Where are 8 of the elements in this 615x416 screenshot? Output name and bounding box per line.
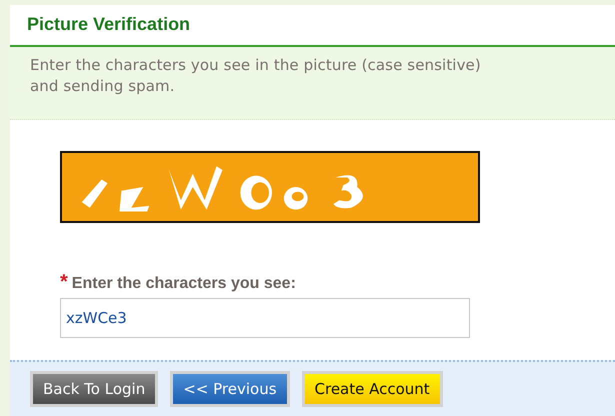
captcha-input[interactable]: xzWCe3 (60, 298, 470, 338)
field-label: Enter the characters you see: (72, 275, 296, 293)
required-icon: * (60, 271, 68, 294)
instruction-text: and sending spam. (30, 76, 176, 97)
create-account-button[interactable]: Create Account (302, 371, 443, 407)
previous-button[interactable]: << Previous (170, 371, 290, 407)
instruction-text: Enter the characters you see in the picture (case sensitive) (30, 55, 482, 76)
back-button[interactable]: Back To Login (30, 371, 158, 407)
